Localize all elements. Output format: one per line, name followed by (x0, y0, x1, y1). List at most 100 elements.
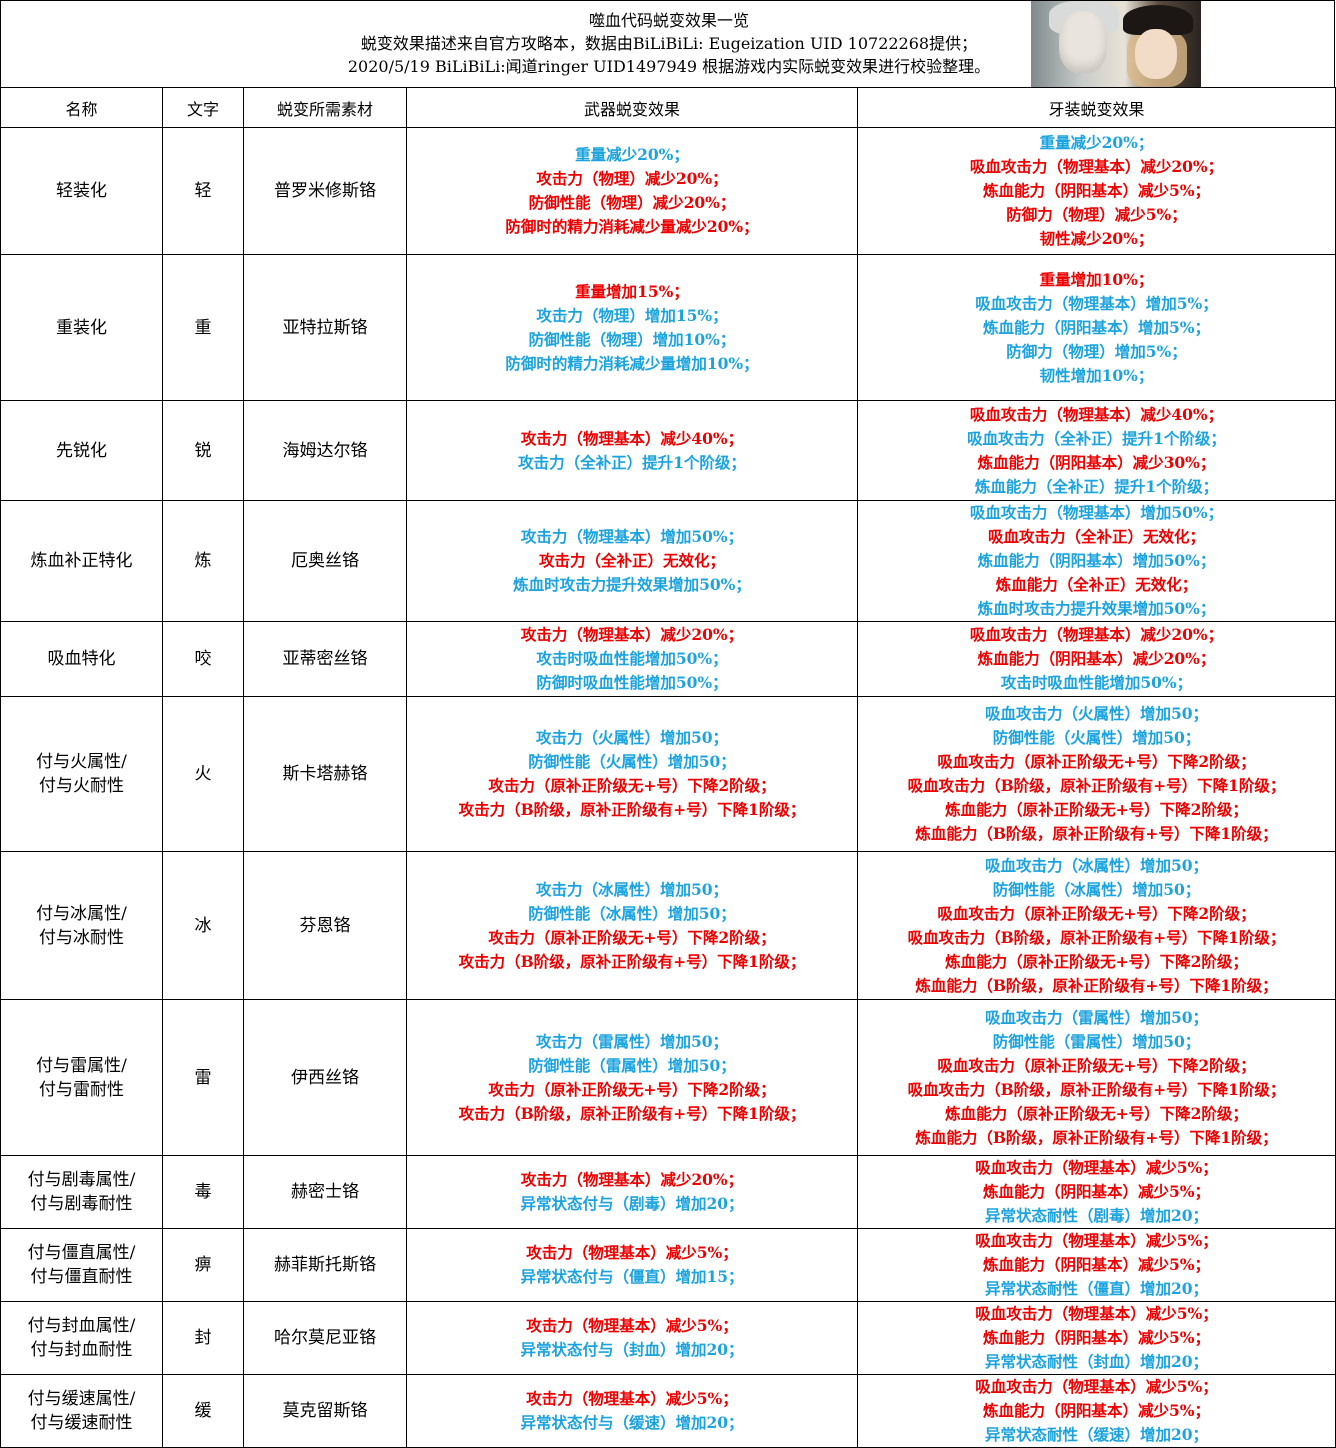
name-line: 付与缓速耐性 (30, 1413, 133, 1433)
table-header-row: 名称 文字 蜕变所需素材 武器蜕变效果 牙装蜕变效果 (0, 87, 1336, 128)
column-header-name: 名称 (0, 87, 163, 128)
effect-line: 攻击力（物理基本）减少5%； (526, 1243, 738, 1262)
name-line: 付与剧毒属性/ (27, 1170, 136, 1190)
effect-line: 异常状态耐性（封血）增加20； (984, 1352, 1209, 1371)
cell-veil-effect: 吸血攻击力（物理基本）增加50%； 吸血攻击力（全补正）无效化； 炼血能力（阴阳基本… (857, 500, 1336, 622)
effect-line: 吸血攻击力（物理基本）减少20%； (969, 157, 1224, 176)
effect-line: 炼血能力（阴阳基本）减少5%； (982, 1401, 1210, 1420)
effect-line: 防御性能（冰属性）增加50； (528, 903, 736, 923)
effect-line: 攻击力（B阶级，原补正阶级有+号）下降1阶级； (458, 951, 806, 971)
effect-line: 炼血能力（阴阳基本）减少5%； (982, 1182, 1210, 1201)
cell-veil-effect: 吸血攻击力（火属性）增加50； 防御性能（火属性）增加50； 吸血攻击力（原补正阶级… (857, 696, 1336, 852)
effect-line: 吸血攻击力（冰属性）增加50； (984, 855, 1209, 875)
cell-veil-effect: 重量增加10%； 吸血攻击力（物理基本）增加5%； 炼血能力（阴阳基本）增加5%； 防… (857, 254, 1336, 401)
effect-line: 攻击力（全补正）提升1个阶级； (518, 452, 746, 472)
effect-line: 炼血能力（阴阳基本）减少30%； (977, 452, 1216, 472)
effect-line: 异常状态付与（缓速）增加20； (520, 1413, 744, 1432)
effect-line: 攻击力（B阶级，原补正阶级有+号）下降1阶级； (458, 800, 806, 819)
effect-line: 重量减少20%； (575, 145, 689, 164)
effect-line: 吸血攻击力（全补正）提升1个阶级； (967, 428, 1226, 448)
name-line: 付与火属性/ (36, 752, 127, 772)
cell-material: 海姆达尔铬 (243, 400, 407, 501)
effect-line: 异常状态耐性（缓速）增加20； (984, 1425, 1209, 1444)
effect-line: 炼血能力（阴阳基本）减少20%； (977, 649, 1216, 668)
effect-line: 重量减少20%； (1039, 133, 1154, 152)
cell-name: 付与僵直属性/付与僵直耐性 (0, 1228, 163, 1302)
cell-char: 痹 (162, 1228, 244, 1302)
effect-line: 吸血攻击力（B阶级，原补正阶级有+号）下降1阶级； (907, 1079, 1286, 1099)
effect-line: 防御性能（火属性）增加50； (528, 752, 736, 771)
effect-line: 攻击力（物理）增加15%； (536, 305, 728, 325)
effect-line: 防御性能（雷属性）增加50； (992, 1031, 1201, 1051)
cell-weapon-effect: 攻击力（物理基本）减少5%； 异常状态付与（封血）增加20； (406, 1301, 858, 1375)
cell-name: 重装化 (0, 254, 163, 401)
effect-line: 防御力（物理）增加5%； (1006, 341, 1187, 361)
table-row: 付与缓速属性/付与缓速耐性缓莫克留斯铬 攻击力（物理基本）减少5%； 异常状态付与（… (0, 1374, 1336, 1448)
cell-veil-effect: 吸血攻击力（雷属性）增加50； 防御性能（雷属性）增加50； 吸血攻击力（原补正阶级… (857, 999, 1336, 1156)
effect-line: 攻击力（物理基本）减少40%； (520, 428, 744, 448)
effect-line: 吸血攻击力（物理基本）减少5%； (975, 1158, 1218, 1177)
effect-line: 炼血时攻击力提升效果增加50%； (513, 575, 751, 594)
cell-name: 付与封血属性/付与封血耐性 (0, 1301, 163, 1375)
name-line: 轻装化 (56, 181, 107, 201)
effect-line: 异常状态耐性（僵直）增加20； (984, 1279, 1209, 1298)
effect-line: 防御性能（物理）减少20%； (528, 193, 736, 212)
cell-material: 芬恩铬 (243, 851, 407, 1000)
effect-line: 攻击力（物理）减少20%； (536, 169, 728, 188)
table-row: 付与僵直属性/付与僵直耐性痹赫菲斯托斯铬 攻击力（物理基本）减少5%； 异常状态付与… (0, 1228, 1336, 1302)
effect-line: 吸血攻击力（B阶级，原补正阶级有+号）下降1阶级； (907, 927, 1286, 947)
name-line: 付与封血属性/ (27, 1316, 136, 1336)
character-artwork-image (1031, 1, 1201, 87)
effect-line: 防御性能（物理）增加10%； (528, 329, 736, 349)
effect-line: 炼血能力（B阶级，原补正阶级有+号）下降1阶级； (915, 824, 1278, 843)
effects-table: 名称 文字 蜕变所需素材 武器蜕变效果 牙装蜕变效果 轻装化轻普罗米修斯铬 重量减… (0, 87, 1336, 1448)
effect-line: 吸血攻击力（全补正）无效化； (987, 527, 1205, 546)
effect-line: 吸血攻击力（物理基本）减少5%； (975, 1231, 1218, 1250)
name-line: 付与冰耐性 (39, 927, 124, 948)
effect-line: 吸血攻击力（B阶级，原补正阶级有+号）下降1阶级； (907, 776, 1286, 795)
name-line: 重装化 (56, 317, 107, 338)
effect-line: 攻击力（B阶级，原补正阶级有+号）下降1阶级； (458, 1103, 806, 1123)
effect-line: 吸血攻击力（原补正阶级无+号）下降2阶级； (937, 752, 1256, 771)
effect-line: 韧性减少20%； (1039, 229, 1154, 248)
effect-line: 炼血时攻击力提升效果增加50%； (977, 599, 1216, 618)
cell-char: 缓 (162, 1374, 244, 1448)
cell-name: 付与剧毒属性/付与剧毒耐性 (0, 1155, 163, 1229)
cell-weapon-effect: 攻击力（物理基本）减少5%； 异常状态付与（僵直）增加15； (406, 1228, 858, 1302)
cell-char: 咬 (162, 621, 244, 697)
cell-name: 吸血特化 (0, 621, 163, 697)
effect-line: 攻击力（物理基本）减少5%； (526, 1316, 738, 1335)
effect-line: 炼血能力（阴阳基本）减少5%； (982, 181, 1210, 200)
effect-line: 炼血能力（原补正阶级无+号）下降2阶级； (945, 951, 1248, 971)
cell-weapon-effect: 攻击力（雷属性）增加50； 防御性能（雷属性）增加50； 攻击力（原补正阶级无+号）… (406, 999, 858, 1156)
effect-line: 攻击力（物理基本）减少5%； (526, 1389, 738, 1408)
effect-line: 防御性能（冰属性）增加50； (992, 879, 1201, 899)
cell-name: 炼血补正特化 (0, 500, 163, 622)
cell-weapon-effect: 攻击力（物理基本）减少20%； 异常状态付与（剧毒）增加20； (406, 1155, 858, 1229)
effect-line: 攻击力（物理基本）减少20%； (520, 1170, 744, 1189)
name-line: 付与僵直耐性 (30, 1267, 133, 1287)
effect-line: 攻击力（冰属性）增加50； (535, 879, 729, 899)
table-row: 付与冰属性/付与冰耐性冰芬恩铬 攻击力（冰属性）增加50； 防御性能（冰属性）增加5… (0, 851, 1336, 1000)
table-row: 先锐化 锐海姆达尔铬 攻击力（物理基本）减少40%； 攻击力（全补正）提升1个阶级； 吸… (0, 400, 1336, 501)
table-row: 吸血特化 咬亚蒂密丝铬 攻击力（物理基本）减少20%； 攻击时吸血性能增加50%； 防御… (0, 621, 1336, 697)
name-line: 炼血补正特化 (30, 551, 133, 571)
effect-line: 防御时的精力消耗减少量减少20%； (505, 217, 759, 236)
cell-material: 赫密士铬 (243, 1155, 407, 1229)
table-row: 付与剧毒属性/付与剧毒耐性毒赫密士铬 攻击力（物理基本）减少20%； 异常状态付与（… (0, 1155, 1336, 1229)
cell-material: 赫菲斯托斯铬 (243, 1228, 407, 1302)
cell-name: 先锐化 (0, 400, 163, 501)
cell-veil-effect: 吸血攻击力（物理基本）减少5%； 炼血能力（阴阳基本）减少5%； 异常状态耐性（封血… (857, 1301, 1336, 1375)
cell-veil-effect: 吸血攻击力（物理基本）减少20%； 炼血能力（阴阳基本）减少20%； 攻击时吸血性能… (857, 621, 1336, 697)
effect-line: 韧性增加10%； (1039, 365, 1154, 385)
cell-veil-effect: 吸血攻击力（物理基本）减少40%； 吸血攻击力（全补正）提升1个阶级； 炼血能力（阴… (857, 400, 1336, 501)
effect-line: 吸血攻击力（原补正阶级无+号）下降2阶级； (937, 903, 1256, 923)
effect-line: 重量增加15%； (575, 281, 689, 301)
name-line: 付与僵直属性/ (27, 1243, 136, 1263)
effect-line: 异常状态付与（剧毒）增加20； (520, 1194, 744, 1213)
effect-line: 攻击力（火属性）增加50； (535, 728, 729, 747)
cell-weapon-effect: 重量减少20%； 攻击力（物理）减少20%； 防御性能（物理）减少20%； 防御时的精… (406, 127, 858, 255)
cell-char: 锐 (162, 400, 244, 501)
spreadsheet: 噬血代码蜕变效果一览 蜕变效果描述来自官方攻略本，数据由BiLiBiLi: Eu… (0, 0, 1336, 1448)
effect-line: 防御时的精力消耗减少量增加10%； (505, 353, 759, 373)
